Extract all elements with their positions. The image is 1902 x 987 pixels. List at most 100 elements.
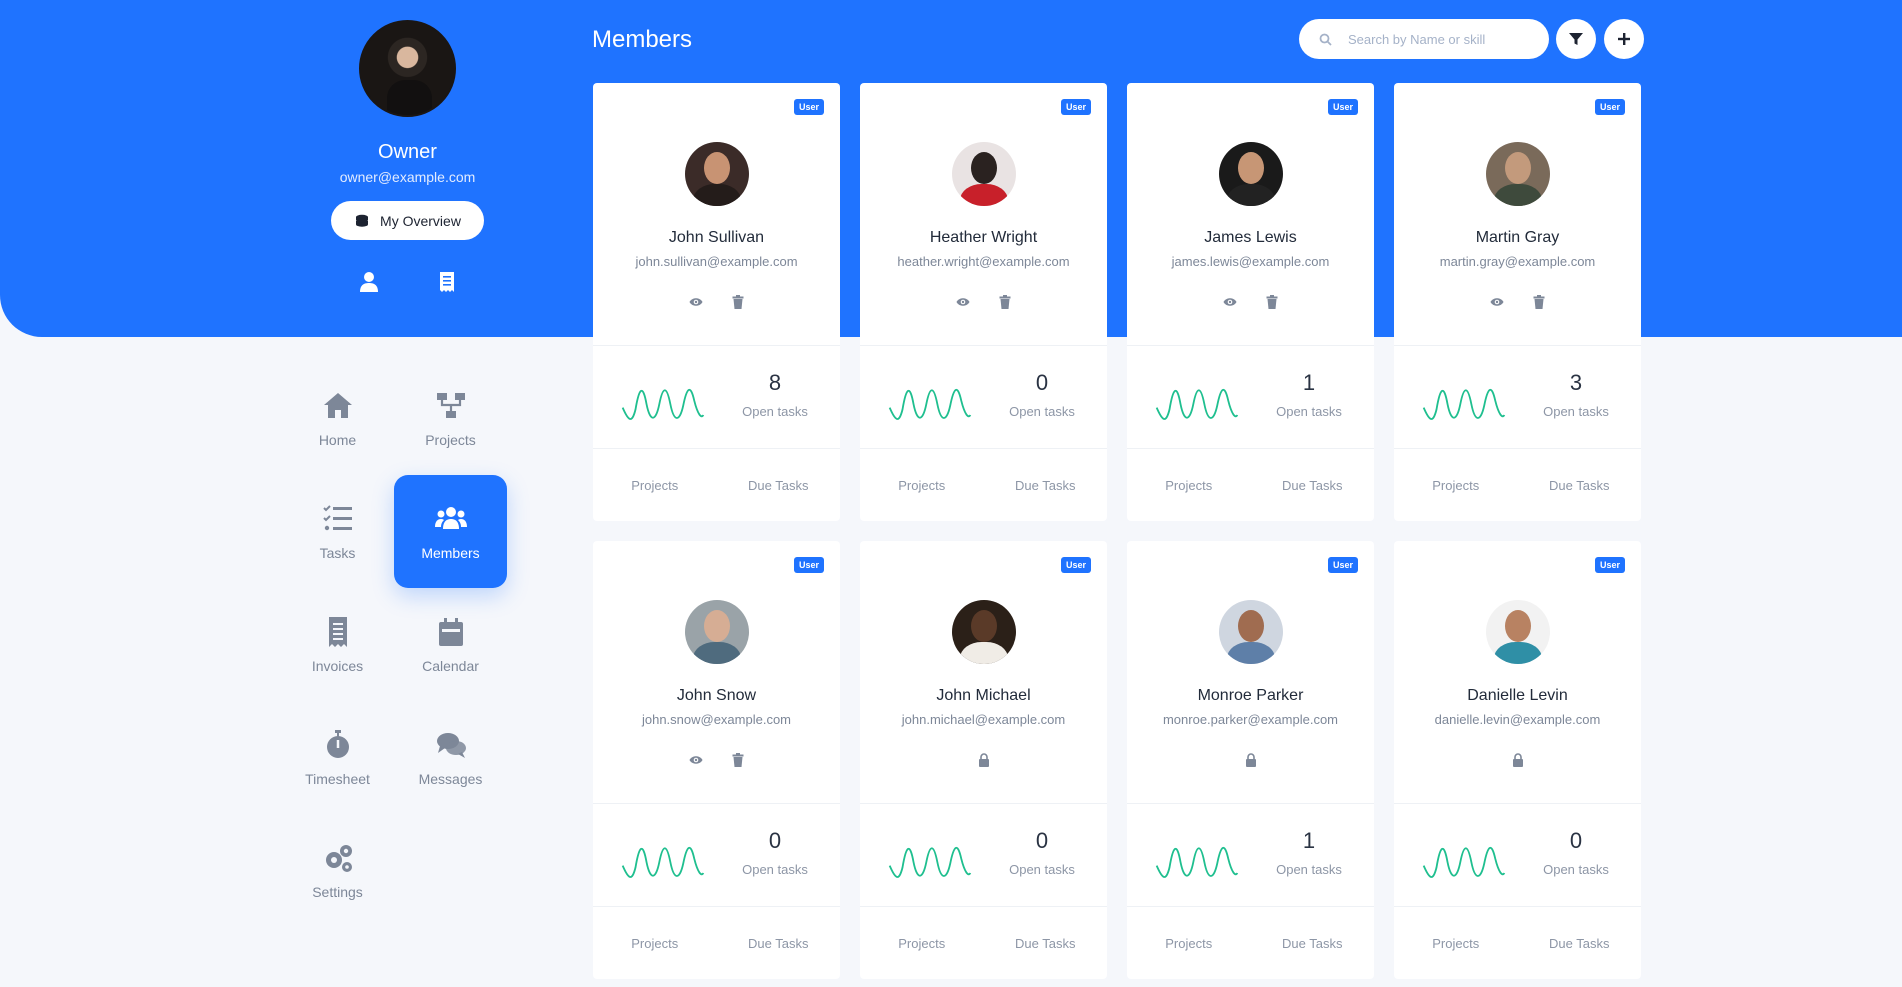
open-tasks-label: Open tasks (1009, 404, 1075, 419)
member-stats: 0 Open tasks (1394, 803, 1641, 907)
card-footer: Projects Due Tasks (860, 449, 1107, 521)
due-tasks-link[interactable]: Due Tasks (984, 449, 1108, 521)
member-name[interactable]: Martin Gray (1394, 229, 1641, 247)
receipt-icon[interactable] (437, 271, 457, 293)
nav-label: Invoices (311, 658, 364, 674)
nav-item-members[interactable]: Members (394, 475, 507, 588)
member-stats: 1 Open tasks (1127, 803, 1374, 907)
projects-link[interactable]: Projects (1127, 907, 1251, 979)
trash-icon[interactable] (731, 753, 745, 767)
member-card: User Danielle Levin danielle.levin@example… (1394, 541, 1641, 979)
member-avatar[interactable] (1485, 142, 1550, 206)
due-tasks-link[interactable]: Due Tasks (1251, 449, 1375, 521)
member-card: User John Michael john.michael@example.com… (860, 541, 1107, 979)
card-footer: Projects Due Tasks (1127, 449, 1374, 521)
member-avatar[interactable] (1218, 142, 1283, 206)
filter-icon (1569, 33, 1583, 45)
member-stats: 0 Open tasks (860, 345, 1107, 449)
member-avatar[interactable] (1218, 600, 1283, 664)
eye-icon[interactable] (689, 295, 703, 309)
search-input[interactable] (1348, 31, 1548, 47)
nav-item-settings[interactable]: Settings (281, 814, 394, 927)
lock-icon (978, 753, 989, 767)
member-actions (860, 295, 1107, 311)
member-name[interactable]: John Snow (593, 687, 840, 705)
nav-item-messages[interactable]: Messages (394, 701, 507, 814)
projects-link[interactable]: Projects (860, 907, 984, 979)
due-tasks-link[interactable]: Due Tasks (717, 449, 841, 521)
projects-link[interactable]: Projects (593, 907, 717, 979)
nav-item-timesheet[interactable]: Timesheet (281, 701, 394, 814)
projects-link[interactable]: Projects (593, 449, 717, 521)
trash-icon[interactable] (1532, 295, 1546, 309)
member-name[interactable]: Danielle Levin (1394, 687, 1641, 705)
coins-icon (356, 214, 369, 227)
member-avatar[interactable] (951, 600, 1016, 664)
projects-link[interactable]: Projects (1394, 907, 1518, 979)
nav-item-home[interactable]: Home (281, 362, 394, 475)
due-tasks-link[interactable]: Due Tasks (1251, 907, 1375, 979)
nav-item-calendar[interactable]: Calendar (394, 588, 507, 701)
member-avatar[interactable] (684, 600, 749, 664)
member-name[interactable]: John Michael (860, 687, 1107, 705)
nav-label: Tasks (319, 545, 356, 561)
add-member-button[interactable] (1604, 19, 1644, 59)
user-icon[interactable] (359, 271, 379, 293)
nav-label: Settings (312, 884, 363, 900)
eye-icon[interactable] (1223, 295, 1237, 309)
member-email: danielle.levin@example.com (1434, 712, 1601, 727)
due-tasks-link[interactable]: Due Tasks (717, 907, 841, 979)
member-name[interactable]: Monroe Parker (1127, 687, 1374, 705)
comments-icon (436, 733, 466, 758)
member-email: john.snow@example.com (641, 712, 792, 727)
open-tasks-count: 0 (1035, 370, 1049, 395)
member-card: User James Lewis james.lewis@example.com 1 O… (1127, 83, 1374, 521)
owner-avatar[interactable] (359, 20, 456, 117)
open-tasks-label: Open tasks (1543, 404, 1609, 419)
trash-icon[interactable] (1265, 295, 1279, 309)
open-tasks-count: 0 (1035, 828, 1049, 853)
card-footer: Projects Due Tasks (593, 449, 840, 521)
projects-link[interactable]: Projects (860, 449, 984, 521)
search-icon (1319, 33, 1332, 46)
open-tasks-count: 3 (1569, 370, 1583, 395)
stopwatch-icon (326, 730, 349, 758)
due-tasks-link[interactable]: Due Tasks (1518, 449, 1642, 521)
projects-link[interactable]: Projects (1394, 449, 1518, 521)
member-card: User John Snow john.snow@example.com 0 Open … (593, 541, 840, 979)
member-card: User Monroe Parker monroe.parker@example.c… (1127, 541, 1374, 979)
my-overview-button[interactable]: My Overview (331, 201, 484, 240)
member-email: john.michael@example.com (901, 712, 1066, 727)
open-tasks-count: 8 (768, 370, 782, 395)
member-email: john.sullivan@example.com (635, 254, 798, 269)
open-tasks-label: Open tasks (1009, 862, 1075, 877)
eye-icon[interactable] (1490, 295, 1504, 309)
projects-link[interactable]: Projects (1127, 449, 1251, 521)
open-tasks-label: Open tasks (1276, 862, 1342, 877)
open-tasks-count: 0 (1569, 828, 1583, 853)
member-avatar[interactable] (684, 142, 749, 206)
member-actions (860, 753, 1107, 769)
due-tasks-link[interactable]: Due Tasks (1518, 907, 1642, 979)
users-icon (434, 507, 467, 529)
trash-icon[interactable] (731, 295, 745, 309)
due-tasks-link[interactable]: Due Tasks (984, 907, 1108, 979)
member-actions (1394, 753, 1641, 769)
search-box[interactable] (1299, 19, 1549, 59)
nav-item-tasks[interactable]: Tasks (281, 475, 394, 588)
nav-label: Calendar (422, 658, 479, 674)
home-icon (323, 393, 352, 418)
trash-icon[interactable] (998, 295, 1012, 309)
eye-icon[interactable] (956, 295, 970, 309)
cogs-icon (325, 845, 352, 872)
member-avatar[interactable] (1485, 600, 1550, 664)
nav-item-projects[interactable]: Projects (394, 362, 507, 475)
nav-item-invoices[interactable]: Invoices (281, 588, 394, 701)
member-name[interactable]: Heather Wright (860, 229, 1107, 247)
eye-icon[interactable] (689, 753, 703, 767)
member-name[interactable]: John Sullivan (593, 229, 840, 247)
open-tasks-label: Open tasks (1276, 404, 1342, 419)
member-name[interactable]: James Lewis (1127, 229, 1374, 247)
member-avatar[interactable] (951, 142, 1016, 206)
filter-button[interactable] (1556, 19, 1596, 59)
